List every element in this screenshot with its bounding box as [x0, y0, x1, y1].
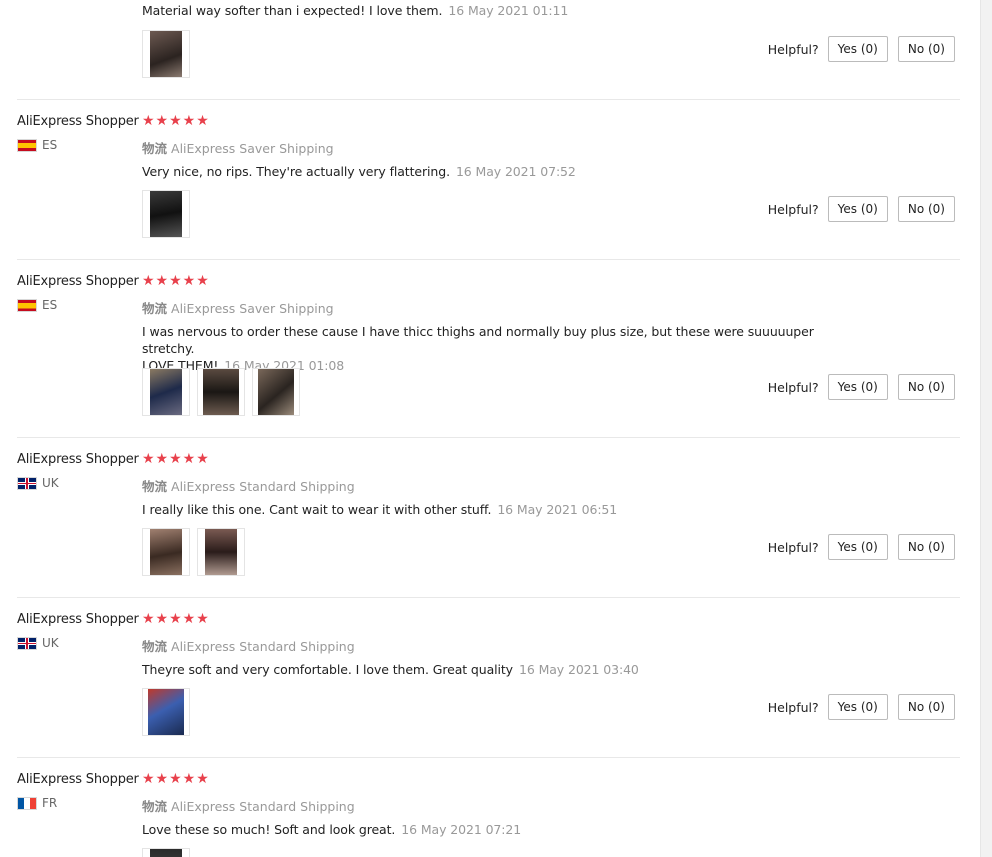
shipping-name: AliExpress Standard Shipping	[171, 639, 355, 654]
shipping-name: AliExpress Saver Shipping	[171, 301, 334, 316]
vertical-scrollbar[interactable]	[980, 0, 992, 857]
shipping-method: 物流 AliExpress Standard Shipping	[142, 636, 355, 655]
review-photo-thumbnail[interactable]	[142, 190, 190, 238]
review-text: Very nice, no rips. They're actually ver…	[142, 164, 576, 179]
review-photo-thumbnail[interactable]	[252, 368, 300, 416]
shipping-name: AliExpress Standard Shipping	[171, 479, 355, 494]
star-rating: ★★★★★	[142, 451, 210, 467]
review-date: 16 May 2021 07:21	[401, 822, 522, 837]
uk-flag-icon	[17, 636, 37, 650]
review-photo-thumbnail[interactable]	[142, 30, 190, 78]
helpful-label: Helpful?	[767, 699, 819, 715]
shipping-cn-label: 物流	[142, 301, 168, 316]
helpful-vote: Helpful? Yes (0) No (0)	[768, 374, 955, 400]
helpful-yes-button[interactable]: Yes (0)	[827, 36, 888, 62]
uk-flag-icon	[17, 476, 37, 490]
review-item: AliExpress Shopper UK ★★★★★ 物流 AliExpress…	[17, 611, 960, 758]
reviewer-name: AliExpress Shopper	[17, 114, 139, 129]
review-photo-thumbnail[interactable]	[142, 368, 190, 416]
reviewer-country: ES	[17, 298, 57, 312]
helpful-vote: Helpful? Yes (0) No (0)	[768, 534, 955, 560]
helpful-no-button[interactable]: No (0)	[897, 694, 955, 720]
shipping-method: 物流 AliExpress Saver Shipping	[142, 138, 334, 157]
helpful-no-button[interactable]: No (0)	[897, 534, 955, 560]
review-photos	[142, 688, 190, 736]
review-date: 16 May 2021 07:52	[455, 164, 576, 179]
shipping-method: 物流 AliExpress Saver Shipping	[142, 298, 334, 317]
review-date: 16 May 2021 01:11	[448, 3, 569, 18]
helpful-label: Helpful?	[767, 379, 819, 395]
review-date: 16 May 2021 03:40	[518, 662, 639, 677]
review-photo-thumbnail[interactable]	[142, 688, 190, 736]
helpful-vote: Helpful? Yes (0) No (0)	[768, 694, 955, 720]
helpful-yes-button[interactable]: Yes (0)	[827, 694, 888, 720]
helpful-yes-button[interactable]: Yes (0)	[827, 374, 888, 400]
review-photo-thumbnail[interactable]	[197, 368, 245, 416]
reviewer-name: AliExpress Shopper	[17, 772, 139, 787]
spain-flag-icon	[17, 138, 37, 152]
country-code: ES	[42, 138, 58, 152]
helpful-no-button[interactable]: No (0)	[897, 374, 955, 400]
review-text: Material way softer than i expected! I l…	[142, 3, 569, 18]
shipping-cn-label: 物流	[142, 141, 168, 156]
reviewer-name: AliExpress Shopper	[17, 452, 139, 467]
helpful-yes-button[interactable]: Yes (0)	[827, 196, 888, 222]
review-text: Love these so much! Soft and look great.…	[142, 822, 522, 837]
shipping-method: 物流 AliExpress Standard Shipping	[142, 476, 355, 495]
star-rating: ★★★★★	[142, 611, 210, 627]
helpful-label: Helpful?	[767, 201, 819, 217]
reviewer-name: AliExpress Shopper	[17, 612, 139, 627]
country-code: UK	[42, 476, 59, 490]
review-photos	[142, 368, 300, 416]
star-rating: ★★★★★	[142, 771, 210, 787]
helpful-vote: Helpful? Yes (0) No (0)	[768, 36, 955, 62]
review-item: AliExpress Shopper ES ★★★★★ 物流 AliExpress…	[17, 113, 960, 260]
helpful-label: Helpful?	[767, 41, 819, 57]
star-rating: ★★★★★	[142, 113, 210, 129]
country-code: UK	[42, 636, 59, 650]
reviewer-name: AliExpress Shopper	[17, 274, 139, 289]
review-photos	[142, 190, 190, 238]
reviewer-country: UK	[17, 476, 59, 490]
review-photo-thumbnail[interactable]	[142, 528, 190, 576]
shipping-name: AliExpress Saver Shipping	[171, 141, 334, 156]
review-item: AliExpress Shopper UK ★★★★★ 物流 AliExpress…	[17, 451, 960, 598]
review-text: Theyre soft and very comfortable. I love…	[142, 662, 639, 677]
helpful-vote: Helpful? Yes (0) No (0)	[768, 196, 955, 222]
france-flag-icon	[17, 796, 37, 810]
reviewer-country: FR	[17, 796, 57, 810]
helpful-no-button[interactable]: No (0)	[897, 36, 955, 62]
review-photo-thumbnail[interactable]	[142, 848, 190, 857]
shipping-cn-label: 物流	[142, 479, 168, 494]
review-text: I really like this one. Cant wait to wea…	[142, 502, 618, 517]
shipping-method: 物流 AliExpress Standard Shipping	[142, 796, 355, 815]
shipping-cn-label: 物流	[142, 799, 168, 814]
country-code: FR	[42, 796, 58, 810]
country-code: ES	[42, 298, 58, 312]
helpful-label: Helpful?	[767, 539, 819, 555]
review-photos	[142, 848, 190, 857]
reviewer-country: ES	[17, 138, 57, 152]
reviews-panel: Material way softer than i expected! I l…	[0, 0, 980, 857]
review-date: 16 May 2021 06:51	[497, 502, 618, 517]
review-item: AliExpress Shopper ES ★★★★★ 物流 AliExpress…	[17, 273, 960, 438]
helpful-yes-button[interactable]: Yes (0)	[827, 534, 888, 560]
helpful-no-button[interactable]: No (0)	[897, 196, 955, 222]
review-photo-thumbnail[interactable]	[197, 528, 245, 576]
spain-flag-icon	[17, 298, 37, 312]
shipping-name: AliExpress Standard Shipping	[171, 799, 355, 814]
review-photos	[142, 528, 245, 576]
review-text: I was nervous to order these cause I hav…	[142, 324, 814, 373]
review-item: AliExpress Shopper FR ★★★★★ 物流 AliExpress…	[17, 771, 960, 857]
star-rating: ★★★★★	[142, 273, 210, 289]
reviewer-country: UK	[17, 636, 59, 650]
review-photos	[142, 30, 190, 78]
shipping-cn-label: 物流	[142, 639, 168, 654]
review-item: Material way softer than i expected! I l…	[17, 0, 960, 100]
